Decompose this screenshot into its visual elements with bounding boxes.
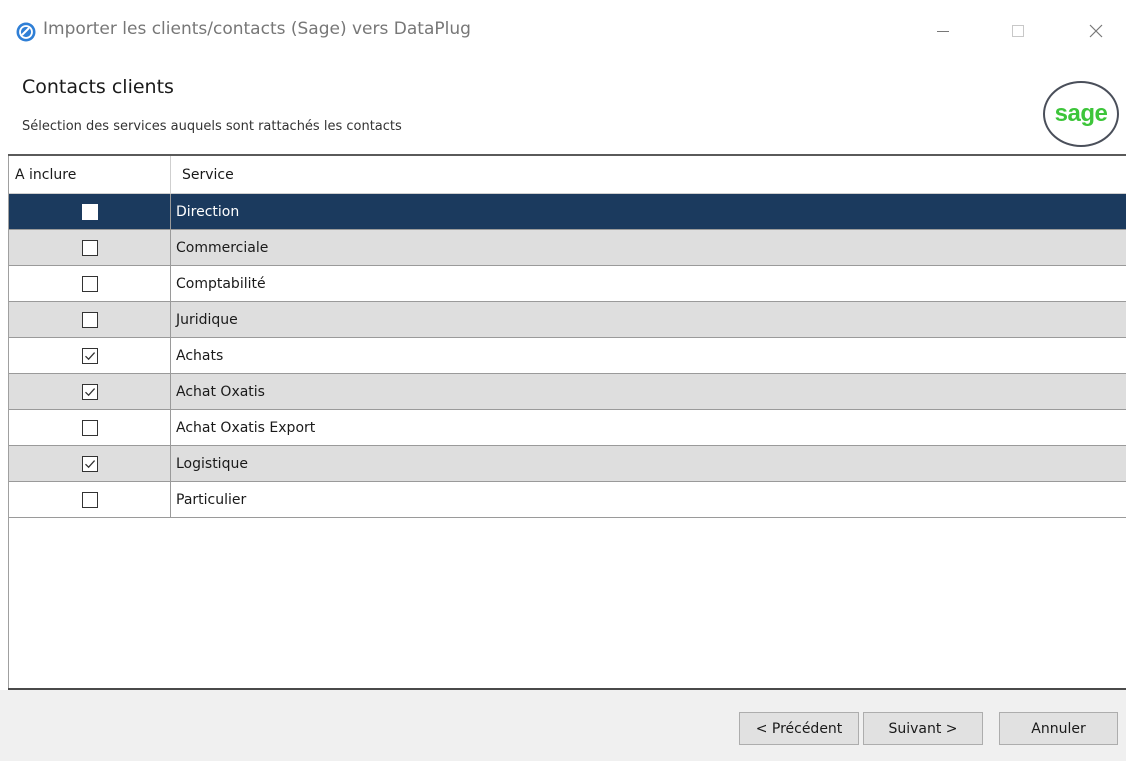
window-title: Importer les clients/contacts (Sage) ver… [43,19,471,39]
table-row[interactable]: Achats [9,338,1126,374]
service-cell[interactable]: Commerciale [171,230,1126,265]
table-row[interactable]: Comptabilité [9,266,1126,302]
services-grid: A inclure Service Direction Commerciale Co… [8,156,1126,689]
include-cell [9,338,171,373]
table-row[interactable]: Commerciale [9,230,1126,266]
minimize-icon[interactable] [920,12,966,50]
grid-rows: Direction Commerciale Comptabilité Juridiqu… [9,194,1126,518]
grid-header: A inclure Service [9,156,1126,194]
table-row[interactable]: Direction [9,194,1126,230]
cancel-button[interactable]: Annuler [999,712,1118,745]
include-cell [9,302,171,337]
include-checkbox[interactable] [81,347,98,364]
include-cell [9,230,171,265]
include-checkbox[interactable] [81,311,98,328]
include-cell [9,374,171,409]
maximize-icon[interactable] [995,12,1041,50]
service-cell[interactable]: Direction [171,194,1126,229]
include-checkbox[interactable] [81,383,98,400]
column-header-service[interactable]: Service [171,156,1126,194]
table-row[interactable]: Juridique [9,302,1126,338]
column-header-include[interactable]: A inclure [9,156,171,194]
include-checkbox[interactable] [81,419,98,436]
wizard-header: Contacts clients Sélection des services … [0,62,1126,155]
page-subtitle: Sélection des services auquels sont ratt… [22,119,402,134]
dataplug-app-icon [16,22,36,42]
window-titlebar: Importer les clients/contacts (Sage) ver… [0,0,1126,62]
include-checkbox[interactable] [81,239,98,256]
service-cell[interactable]: Logistique [171,446,1126,481]
include-cell [9,410,171,445]
wizard-footer: < Précédent Suivant > Annuler [0,690,1126,761]
service-cell[interactable]: Juridique [171,302,1126,337]
include-cell [9,446,171,481]
service-cell[interactable]: Achats [171,338,1126,373]
service-cell[interactable]: Particulier [171,482,1126,517]
include-cell [9,266,171,301]
table-row[interactable]: Logistique [9,446,1126,482]
table-row[interactable]: Particulier [9,482,1126,518]
service-cell[interactable]: Achat Oxatis [171,374,1126,409]
sage-logo: sage [1043,81,1119,147]
sage-logo-text: sage [1054,100,1108,127]
service-cell[interactable]: Achat Oxatis Export [171,410,1126,445]
table-row[interactable]: Achat Oxatis Export [9,410,1126,446]
include-cell [9,194,171,229]
page-title: Contacts clients [22,76,174,98]
include-checkbox[interactable] [81,275,98,292]
include-checkbox[interactable] [81,203,98,220]
service-cell[interactable]: Comptabilité [171,266,1126,301]
next-button[interactable]: Suivant > [863,712,983,745]
close-icon[interactable] [1073,12,1119,50]
include-cell [9,482,171,517]
include-checkbox[interactable] [81,455,98,472]
include-checkbox[interactable] [81,491,98,508]
previous-button[interactable]: < Précédent [739,712,859,745]
table-row[interactable]: Achat Oxatis [9,374,1126,410]
